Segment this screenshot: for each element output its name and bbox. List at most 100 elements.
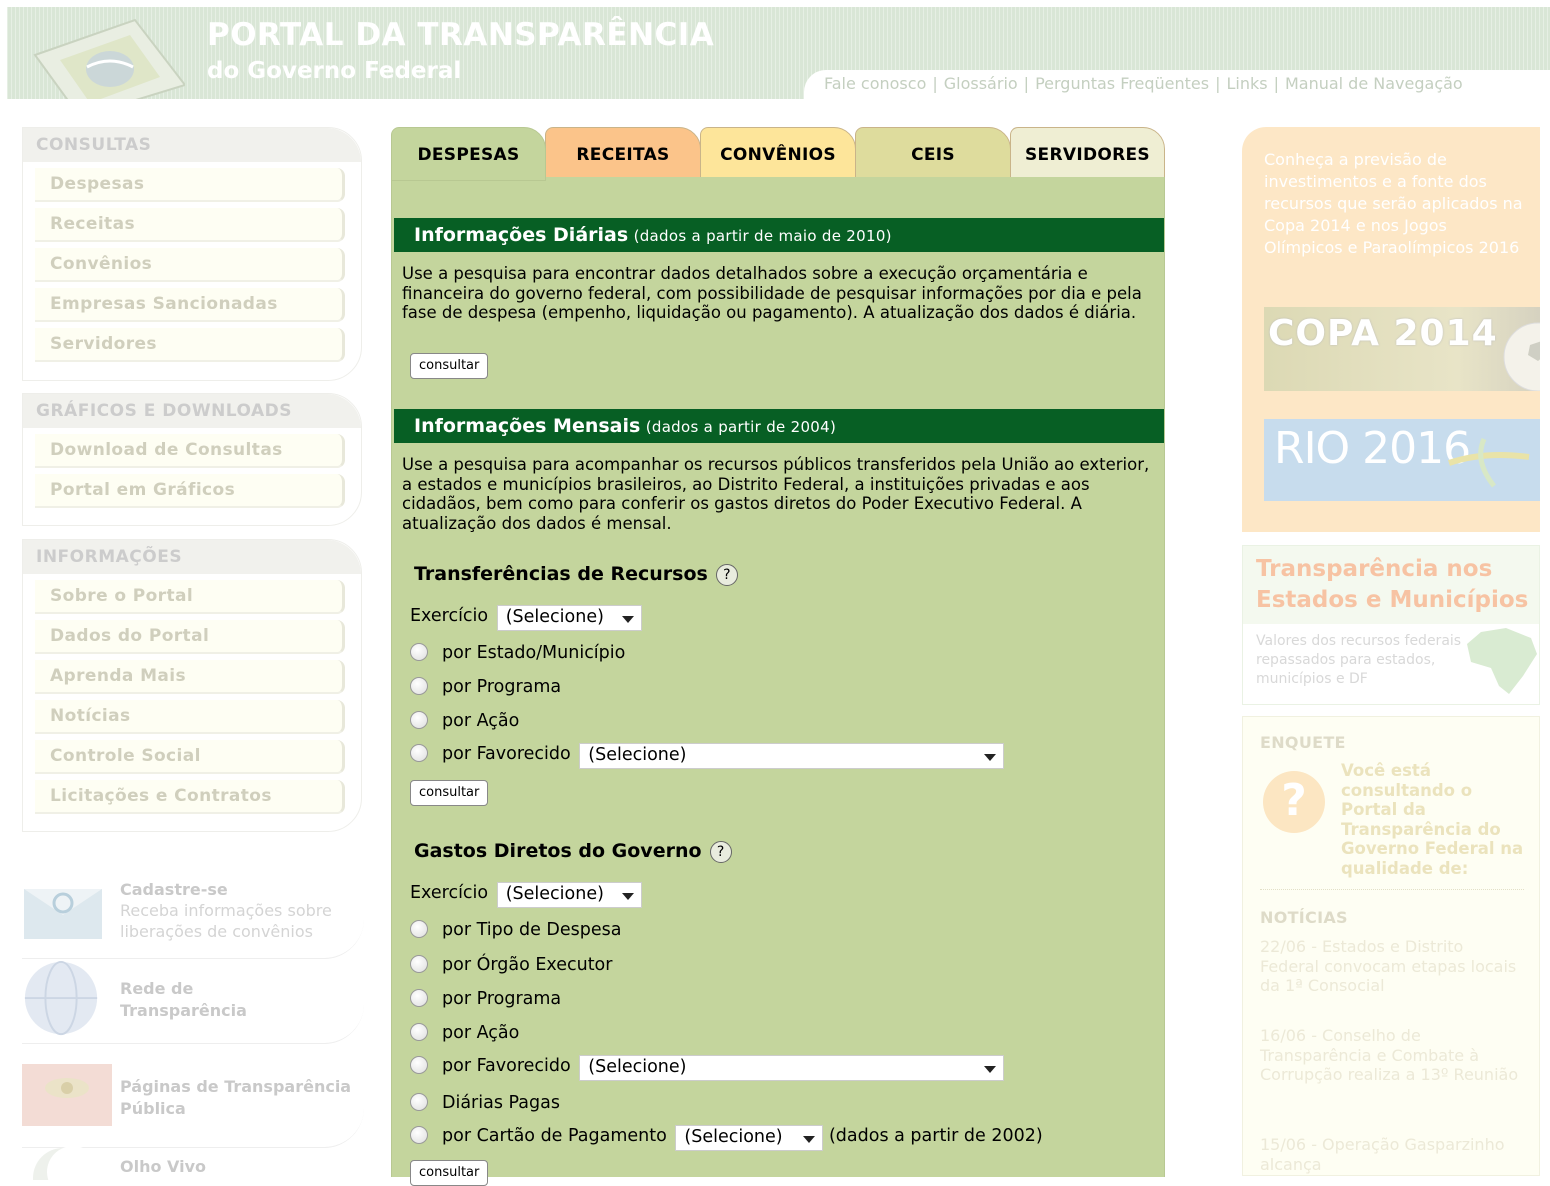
radio-row[interactable]: Diárias Pagas <box>410 1093 560 1113</box>
radio-button[interactable] <box>410 1126 428 1144</box>
sidebar-item-licitacoes-contratos[interactable]: Licitações e Contratos <box>35 780 345 814</box>
transferencias-consultar-button[interactable]: consultar <box>410 780 489 806</box>
link-links[interactable]: Links <box>1226 74 1267 93</box>
tab-despesas[interactable]: DESPESAS <box>391 127 546 181</box>
tab-servidores[interactable]: SERVIDORES <box>1010 127 1165 179</box>
news-item[interactable]: 15/06 - Operação Gasparzinho alcança <box>1260 1135 1522 1174</box>
radio-row[interactable]: por Programa <box>410 989 561 1009</box>
link-perguntas-frequentes[interactable]: Perguntas Freqüentes <box>1035 74 1209 93</box>
cartao-note: (dados a partir de 2002) <box>828 1126 1043 1146</box>
sidebar-item-portal-graficos[interactable]: Portal em Gráficos <box>35 474 345 508</box>
option-label: por Favorecido <box>442 744 571 764</box>
promo-paginas-transparencia[interactable]: Páginas de Transparência Pública <box>22 1064 364 1148</box>
gastos-cartao-select[interactable]: (Selecione) <box>675 1125 824 1151</box>
radio-button[interactable] <box>410 1023 428 1041</box>
exercicio-label: Exercício <box>410 606 489 626</box>
radio-row[interactable]: por Estado/Município <box>410 643 625 663</box>
promo-olho-vivo[interactable]: Olho Vivo <box>22 1140 364 1180</box>
sidebar-item-empresas-sancionadas[interactable]: Empresas Sancionadas <box>35 288 345 322</box>
noticias-title: NOTÍCIAS <box>1260 908 1348 927</box>
radio-button[interactable] <box>410 920 428 938</box>
select-value: (Selecione) <box>505 607 604 627</box>
sidebar-item-sobre-portal[interactable]: Sobre o Portal <box>35 580 345 614</box>
tab-receitas[interactable]: RECEITAS <box>545 127 701 179</box>
estados-municipios-box[interactable]: Transparência nos Estados e Municípios V… <box>1242 545 1540 705</box>
option-label: Diárias Pagas <box>442 1093 560 1113</box>
radio-row[interactable]: por Ação <box>410 1023 519 1043</box>
radio-row[interactable]: por Tipo de Despesa <box>410 920 621 940</box>
promo-paginas-title: Páginas de Transparência Pública <box>120 1077 352 1118</box>
exercicio-label: Exercício <box>410 883 489 903</box>
promo-rede-transparencia[interactable]: Rede de Transparência <box>22 960 364 1044</box>
promo-cadastre-se[interactable]: Cadastre-se Receba informações sobre lib… <box>22 875 364 959</box>
transferencias-exercicio-select[interactable]: (Selecione) <box>496 605 642 631</box>
radio-button[interactable] <box>410 989 428 1007</box>
graficos-menu: GRÁFICOS E DOWNLOADS Download de Consult… <box>22 393 362 526</box>
radio-row[interactable]: por Favorecido (Selecione) <box>410 1055 1005 1081</box>
radio-button[interactable] <box>410 711 428 729</box>
link-glossario[interactable]: Glossário <box>944 74 1018 93</box>
sidebar-item-convenios[interactable]: Convênios <box>35 248 345 282</box>
radio-row[interactable]: por Ação <box>410 711 519 731</box>
sidebar-item-download-consultas[interactable]: Download de Consultas <box>35 434 345 468</box>
estados-title: Transparência nos Estados e Municípios <box>1243 546 1539 624</box>
site-header: PORTAL DA TRANSPARÊNCIA do Governo Feder… <box>7 7 1550 99</box>
sidebar-item-controle-social[interactable]: Controle Social <box>35 740 345 774</box>
site-subtitle: do Governo Federal <box>207 58 462 84</box>
help-icon[interactable]: ? <box>715 564 738 586</box>
top-links: Fale conosco | Glossário | Perguntas Freqüen… <box>804 70 1550 99</box>
select-value: (Selecione) <box>588 1057 687 1077</box>
enquete-box: ENQUETE ? Você está consultando o Portal… <box>1242 716 1540 1176</box>
olympic-banner[interactable]: Conheça a previsão de investimentos e a … <box>1242 127 1540 532</box>
radio-button[interactable] <box>410 677 428 695</box>
transferencias-favorecido-select[interactable]: (Selecione) <box>579 743 1005 769</box>
chevron-down-icon <box>984 1066 997 1073</box>
radio-button[interactable] <box>410 1093 428 1111</box>
sidebar-item-noticias[interactable]: Notícias <box>35 700 345 734</box>
crescent-icon <box>33 1146 99 1180</box>
radio-row[interactable]: por Órgão Executor <box>410 955 612 975</box>
email-envelope-icon <box>24 889 102 939</box>
consultas-menu: CONSULTAS Despesas Receitas Convênios Em… <box>22 127 362 381</box>
news-item[interactable]: 16/06 - Conselho de Transparência e Comb… <box>1260 1026 1522 1085</box>
chevron-down-icon <box>621 616 634 623</box>
sidebar-item-aprenda-mais[interactable]: Aprenda Mais <box>35 660 345 694</box>
radio-button[interactable] <box>410 955 428 973</box>
link-fale-conosco[interactable]: Fale conosco <box>824 74 926 93</box>
mensais-note: (dados a partir de 2004) <box>645 418 837 436</box>
news-item[interactable]: 22/06 - Estados e Distrito Federal convo… <box>1260 937 1522 996</box>
radio-button[interactable] <box>410 744 428 762</box>
link-manual-navegacao[interactable]: Manual de Navegação <box>1285 74 1463 93</box>
radio-button[interactable] <box>410 643 428 661</box>
gastos-favorecido-select[interactable]: (Selecione) <box>579 1055 1005 1081</box>
sidebar-item-dados-portal[interactable]: Dados do Portal <box>35 620 345 654</box>
brazil-flag-logo-icon[interactable] <box>25 15 185 99</box>
tab-convenios[interactable]: CONVÊNIOS <box>700 127 856 179</box>
help-icon[interactable]: ? <box>709 841 732 863</box>
radio-row[interactable]: por Favorecido (Selecione) <box>410 743 1005 769</box>
promo-rede-title: Rede de Transparência <box>120 979 247 1020</box>
select-value: (Selecione) <box>505 884 604 904</box>
informacoes-title: INFORMAÇÕES <box>23 540 361 574</box>
copa-2014-banner[interactable]: COPA 2014 <box>1264 307 1540 391</box>
tab-ceis[interactable]: CEIS <box>855 127 1011 179</box>
rio-ribbon-icon <box>1448 437 1530 488</box>
globe-icon <box>24 960 98 1036</box>
sidebar-item-despesas[interactable]: Despesas <box>35 168 345 202</box>
divider <box>1260 889 1524 890</box>
radio-row[interactable]: por Programa <box>410 677 561 697</box>
gastos-consultar-button[interactable]: consultar <box>410 1160 489 1186</box>
gastos-exercicio-select[interactable]: (Selecione) <box>496 882 642 908</box>
gastos-heading: Gastos Diretos do Governo? <box>414 840 732 863</box>
rio-2016-banner[interactable]: RIO 2016 <box>1264 419 1540 501</box>
transferencias-title: Transferências de Recursos <box>414 563 708 585</box>
site-title: PORTAL DA TRANSPARÊNCIA <box>207 17 715 53</box>
radio-button[interactable] <box>410 1056 428 1074</box>
eye-icon <box>22 1064 112 1126</box>
sidebar-item-receitas[interactable]: Receitas <box>35 208 345 242</box>
diarias-consultar-button[interactable]: consultar <box>410 353 489 379</box>
copa-2014-label: COPA 2014 <box>1268 313 1498 354</box>
radio-row[interactable]: por Cartão de Pagamento (Selecione) (dad… <box>410 1125 1043 1151</box>
option-label: por Estado/Município <box>442 643 626 663</box>
sidebar-item-servidores[interactable]: Servidores <box>35 328 345 362</box>
